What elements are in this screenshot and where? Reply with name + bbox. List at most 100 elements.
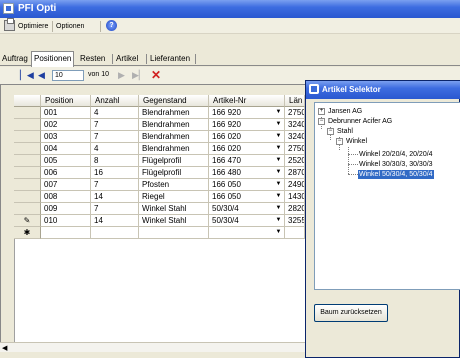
cell-artikel-nr[interactable]: 166 480 ▼: [209, 167, 285, 179]
cell-laenge[interactable]: 2750: [285, 107, 305, 119]
expand-icon[interactable]: +: [318, 108, 325, 115]
row-header[interactable]: [14, 167, 41, 179]
cell-laenge[interactable]: 2870: [285, 167, 305, 179]
last-record-button[interactable]: ▶▏: [132, 70, 146, 81]
dropdown-arrow-icon[interactable]: ▼: [274, 180, 283, 189]
cell-gegenstand[interactable]: Flügelprofil: [139, 155, 209, 167]
tree-node-winkel[interactable]: Winkel: [346, 137, 367, 146]
cell-anzahl[interactable]: 14: [91, 191, 139, 203]
dropdown-arrow-icon[interactable]: ▼: [274, 168, 283, 177]
previous-record-button[interactable]: ◀: [38, 70, 45, 81]
collapse-icon[interactable]: −: [318, 118, 325, 125]
row-header[interactable]: [14, 191, 41, 203]
article-tree[interactable]: + Jansen AG − Debrunner Acifer AG − Stah…: [314, 102, 460, 290]
cell-anzahl[interactable]: 7: [91, 119, 139, 131]
row-header[interactable]: [14, 179, 41, 191]
dropdown-arrow-icon[interactable]: ▼: [274, 132, 283, 141]
tab-resten[interactable]: Resten: [78, 52, 107, 66]
delete-record-button[interactable]: ✕: [151, 68, 161, 82]
optimize-button[interactable]: Optimiere: [18, 21, 48, 32]
cell-laenge[interactable]: 2490: [285, 179, 305, 191]
cell-anzahl[interactable]: 4: [91, 143, 139, 155]
dropdown-arrow-icon[interactable]: ▼: [274, 228, 283, 237]
row-header[interactable]: [14, 143, 41, 155]
cell-artikel-nr[interactable]: 50/30/4 ▼: [209, 215, 285, 227]
help-icon[interactable]: ?: [106, 20, 117, 31]
cell-gegenstand[interactable]: Blendrahmen: [139, 143, 209, 155]
cell-artikel-nr[interactable]: 166 470 ▼: [209, 155, 285, 167]
optimize-icon[interactable]: [4, 18, 15, 31]
cell-gegenstand[interactable]: Blendrahmen: [139, 119, 209, 131]
row-header[interactable]: [14, 119, 41, 131]
record-position-input[interactable]: 10: [52, 70, 84, 81]
scroll-left-icon[interactable]: ◀: [2, 344, 7, 352]
tab-lieferanten[interactable]: Lieferanten: [148, 52, 192, 66]
cell-position[interactable]: 007: [41, 179, 91, 191]
cell-position[interactable]: 010: [41, 215, 91, 227]
tree-node-winkel-50[interactable]: Winkel 50/30/4, 50/30/4: [358, 170, 434, 179]
cell-anzahl[interactable]: 8: [91, 155, 139, 167]
cell-anzahl[interactable]: 7: [91, 203, 139, 215]
cell-gegenstand[interactable]: Flügelprofil: [139, 167, 209, 179]
row-header[interactable]: [14, 131, 41, 143]
new-row-header[interactable]: ✱: [14, 227, 41, 239]
tab-positionen[interactable]: Positionen: [31, 51, 75, 67]
dropdown-arrow-icon[interactable]: ▼: [274, 156, 283, 165]
next-record-button[interactable]: ▶: [118, 70, 125, 81]
cell-anzahl[interactable]: 4: [91, 107, 139, 119]
dropdown-arrow-icon[interactable]: ▼: [274, 144, 283, 153]
cell-position[interactable]: 003: [41, 131, 91, 143]
cell-laenge[interactable]: 1430: [285, 191, 305, 203]
new-row-cell-anzahl[interactable]: [91, 227, 139, 239]
col-header-anzahl[interactable]: Anzahl: [91, 95, 139, 107]
cell-position[interactable]: 008: [41, 191, 91, 203]
tree-node-jansen[interactable]: Jansen AG: [328, 107, 362, 116]
row-header[interactable]: [14, 203, 41, 215]
cell-artikel-nr[interactable]: 166 050 ▼: [209, 179, 285, 191]
new-row-cell-artikel-nr[interactable]: ▼: [209, 227, 285, 239]
col-header-position[interactable]: Position: [41, 95, 91, 107]
reset-tree-button[interactable]: Baum zurücksetzen: [314, 304, 388, 322]
cell-gegenstand[interactable]: Winkel Stahl: [139, 203, 209, 215]
collapse-icon[interactable]: −: [327, 128, 334, 135]
cell-position[interactable]: 005: [41, 155, 91, 167]
dropdown-arrow-icon[interactable]: ▼: [274, 108, 283, 117]
dropdown-arrow-icon[interactable]: ▼: [274, 204, 283, 213]
cell-position[interactable]: 001: [41, 107, 91, 119]
row-header[interactable]: [14, 107, 41, 119]
first-record-button[interactable]: ▏◀: [20, 70, 34, 81]
cell-anzahl[interactable]: 7: [91, 131, 139, 143]
main-title-bar[interactable]: PFI Opti: [0, 0, 460, 18]
cell-gegenstand[interactable]: Blendrahmen: [139, 131, 209, 143]
cell-laenge[interactable]: 3240: [285, 119, 305, 131]
tree-node-winkel-20[interactable]: Winkel 20/20/4, 20/20/4: [359, 150, 433, 159]
dropdown-arrow-icon[interactable]: ▼: [274, 216, 283, 225]
tab-auftrag[interactable]: Auftrag: [0, 52, 30, 66]
new-row-cell-position[interactable]: [41, 227, 91, 239]
cell-gegenstand[interactable]: Pfosten: [139, 179, 209, 191]
tree-node-stahl[interactable]: Stahl: [337, 127, 353, 136]
cell-anzahl[interactable]: 16: [91, 167, 139, 179]
new-row-cell-gegenstand[interactable]: [139, 227, 209, 239]
new-row-cell-laenge[interactable]: [285, 227, 305, 239]
row-header[interactable]: ✎: [14, 215, 41, 227]
cell-artikel-nr[interactable]: 166 020 ▼: [209, 131, 285, 143]
dropdown-arrow-icon[interactable]: ▼: [274, 120, 283, 129]
options-button[interactable]: Optionen: [56, 21, 84, 32]
cell-position[interactable]: 006: [41, 167, 91, 179]
cell-anzahl[interactable]: 14: [91, 215, 139, 227]
tree-node-winkel-30[interactable]: Winkel 30/30/3, 30/30/3: [359, 160, 433, 169]
selector-title-bar[interactable]: Artikel Selektor: [306, 81, 460, 99]
cell-artikel-nr[interactable]: 50/30/4 ▼: [209, 203, 285, 215]
collapse-icon[interactable]: −: [336, 138, 343, 145]
cell-position[interactable]: 009: [41, 203, 91, 215]
tab-artikel[interactable]: Artikel: [114, 52, 140, 66]
cell-position[interactable]: 002: [41, 119, 91, 131]
col-header-artikel-nr[interactable]: Artikel-Nr: [209, 95, 285, 107]
row-header[interactable]: [14, 155, 41, 167]
cell-laenge[interactable]: 2750: [285, 143, 305, 155]
cell-gegenstand[interactable]: Blendrahmen: [139, 107, 209, 119]
cell-artikel-nr[interactable]: 166 920 ▼: [209, 107, 285, 119]
cell-laenge[interactable]: 3255: [285, 215, 305, 227]
col-header-gegenstand[interactable]: Gegenstand: [139, 95, 209, 107]
